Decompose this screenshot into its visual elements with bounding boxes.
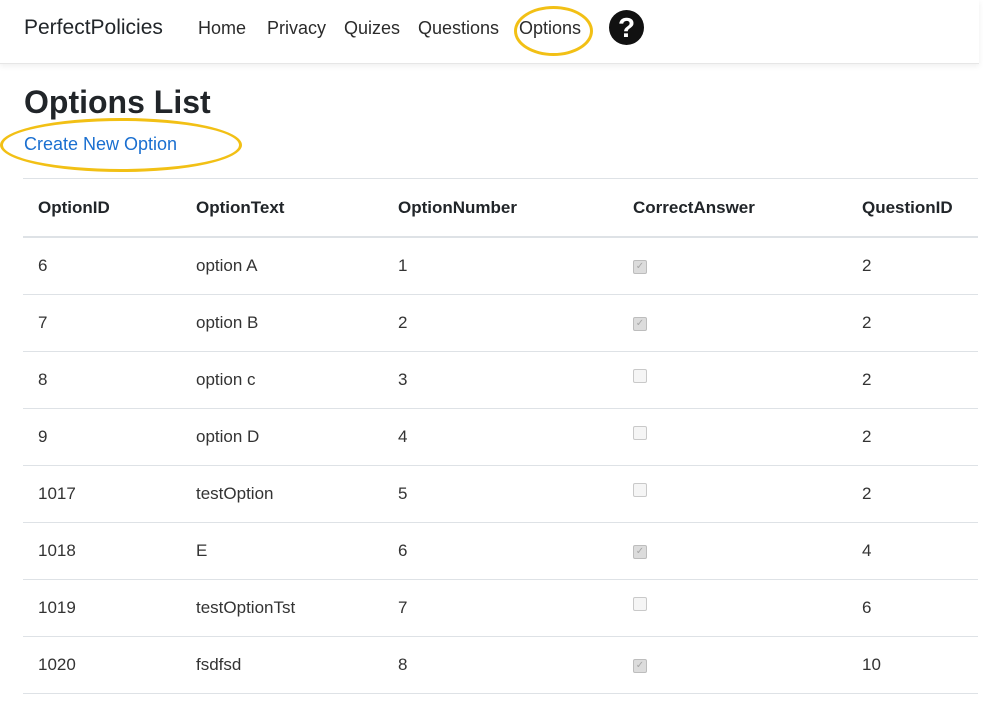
cell-option-id: 7 [23,294,181,352]
create-new-option-link[interactable]: Create New Option [24,134,177,155]
cell-correct-answer [618,465,847,523]
correct-answer-checkbox [633,483,647,497]
table-row: 9 option D 4 2 [23,408,978,466]
table-row: 6 option A 1 ✓ 2 [23,237,978,295]
cell-question-id: 2 [847,351,978,409]
correct-answer-checkbox: ✓ [633,659,647,673]
cell-option-number: 5 [383,465,618,523]
cell-correct-answer: ✓ [618,522,847,580]
header-correct-answer: CorrectAnswer [618,178,847,238]
navbar: PerfectPolicies Home Privacy Quizes Ques… [0,0,979,64]
cell-option-number: 1 [383,237,618,295]
cell-correct-answer: ✓ [618,294,847,352]
nav-link-home[interactable]: Home [198,18,246,39]
table-row: 1017 testOption 5 2 [23,465,978,523]
cell-option-number: 4 [383,408,618,466]
cell-question-id: 2 [847,237,978,295]
cell-option-id: 1019 [23,579,181,637]
nav-link-options[interactable]: Options [519,18,581,39]
correct-answer-checkbox [633,426,647,440]
cell-question-id: 6 [847,579,978,637]
correct-answer-checkbox: ✓ [633,545,647,559]
table-row: 1018 E 6 ✓ 4 [23,522,978,580]
page-title: Options List [24,84,211,120]
cell-question-id: 2 [847,294,978,352]
cell-option-number: 7 [383,579,618,637]
cell-option-text: testOptionTst [181,579,383,637]
cell-question-id: 4 [847,522,978,580]
cell-option-number: 2 [383,294,618,352]
cell-option-text: E [181,522,383,580]
table-row: 1020 fsdfsd 8 ✓ 10 [23,636,978,694]
cell-correct-answer: ✓ [618,636,847,694]
cell-correct-answer [618,579,847,637]
header-option-text: OptionText [181,178,383,238]
cell-option-text: option D [181,408,383,466]
help-icon[interactable]: ? [609,10,644,45]
header-option-number: OptionNumber [383,178,618,238]
nav-link-questions[interactable]: Questions [418,18,499,39]
table-row: 8 option c 3 2 [23,351,978,409]
correct-answer-checkbox [633,369,647,383]
cell-option-id: 1020 [23,636,181,694]
nav-link-privacy[interactable]: Privacy [267,18,326,39]
cell-question-id: 2 [847,465,978,523]
cell-option-text: fsdfsd [181,636,383,694]
cell-correct-answer [618,351,847,409]
header-question-id: QuestionID [847,178,978,238]
cell-option-text: testOption [181,465,383,523]
cell-option-id: 6 [23,237,181,295]
cell-option-id: 9 [23,408,181,466]
nav-link-quizes[interactable]: Quizes [344,18,400,39]
table-row: 1019 testOptionTst 7 6 [23,579,978,637]
header-option-id: OptionID [23,178,181,238]
cell-option-id: 1018 [23,522,181,580]
cell-option-text: option B [181,294,383,352]
cell-correct-answer [618,408,847,466]
brand-logo-link[interactable]: PerfectPolicies [24,16,163,40]
correct-answer-checkbox: ✓ [633,317,647,331]
cell-option-text: option A [181,237,383,295]
cell-option-number: 8 [383,636,618,694]
cell-option-text: option c [181,351,383,409]
options-table: OptionID OptionText OptionNumber Correct… [23,178,978,694]
table-row: 7 option B 2 ✓ 2 [23,294,978,352]
cell-question-id: 10 [847,636,978,694]
table-header-row: OptionID OptionText OptionNumber Correct… [23,178,978,238]
correct-answer-checkbox [633,597,647,611]
cell-option-id: 8 [23,351,181,409]
cell-option-number: 3 [383,351,618,409]
cell-option-number: 6 [383,522,618,580]
correct-answer-checkbox: ✓ [633,260,647,274]
cell-option-id: 1017 [23,465,181,523]
cell-correct-answer: ✓ [618,237,847,295]
cell-question-id: 2 [847,408,978,466]
